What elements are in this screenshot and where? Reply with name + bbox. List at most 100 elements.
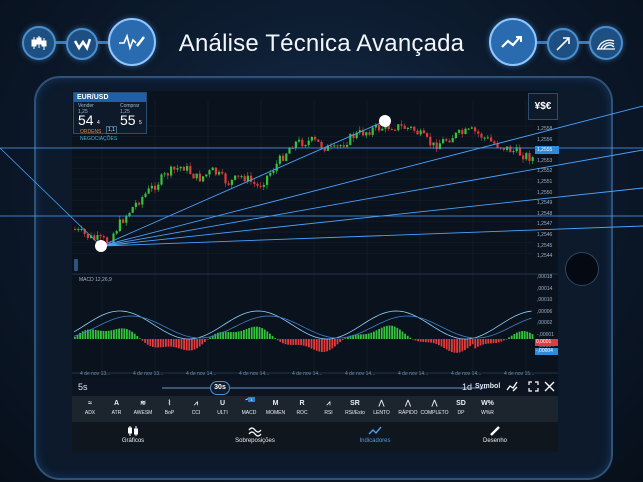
macd-histogram-bar — [100, 330, 102, 339]
candle-body — [211, 167, 214, 171]
candle-body — [474, 127, 477, 132]
macd-histogram-bar — [526, 331, 529, 339]
candle-body — [166, 173, 169, 176]
timeframe-knob[interactable]: 30s — [210, 381, 230, 395]
macd-histogram-bar — [331, 339, 334, 349]
macd-histogram-bar — [432, 339, 435, 344]
indicator-completo[interactable]: ⋀ COMPLETO — [421, 398, 449, 416]
tab-label: Sobreposições — [235, 438, 275, 444]
macd-tick: -,00001 — [537, 331, 554, 338]
macd-histogram-bar — [375, 330, 378, 339]
macd-histogram-bar — [391, 325, 393, 339]
macd-line — [73, 310, 532, 340]
tab-desenho[interactable]: Desenho — [460, 425, 530, 444]
candle-body — [467, 128, 470, 130]
macd-histogram-bar — [438, 339, 440, 346]
macd-histogram-bar — [128, 330, 131, 339]
indicator-adx[interactable]: ≈ ADX — [76, 398, 104, 416]
indicator-label: ADX — [84, 410, 96, 416]
tab-sobreposicoes[interactable]: Sobreposições — [220, 425, 290, 444]
candle-body — [102, 236, 105, 238]
macd-histogram-bar — [341, 339, 344, 341]
macd-histogram-bar — [370, 332, 373, 339]
candle-body — [272, 170, 275, 173]
wrench-icon[interactable] — [506, 381, 518, 394]
indicator-label: RSI — [324, 410, 333, 416]
indicator-atr[interactable]: A ATR — [103, 398, 131, 416]
indicator-r-pido[interactable]: ⋀ RÁPIDO — [394, 398, 422, 416]
fan-tool-button[interactable] — [589, 26, 623, 60]
macd-histogram-bar — [466, 339, 469, 349]
macd-histogram-bar — [269, 333, 271, 339]
indicator-awesm[interactable]: ≋ AWESM — [129, 398, 157, 416]
indicator-bop[interactable]: ⌇ BoP — [156, 398, 184, 416]
indicator-momen[interactable]: M MOMEN — [262, 398, 290, 416]
candle-body — [342, 145, 345, 147]
time-tick: 4 de nov 14... — [186, 371, 217, 377]
macd-histogram-bar — [107, 330, 110, 339]
macd-histogram-bar — [144, 339, 146, 343]
indicator-lento[interactable]: ⋀ LENTO — [368, 398, 396, 416]
indicator-w-r[interactable]: W% W%R — [474, 398, 502, 416]
candle-body — [259, 185, 262, 187]
candle-body — [512, 151, 515, 153]
macd-histogram-bar — [492, 339, 495, 344]
indicator-roc[interactable]: R ROC — [288, 398, 316, 416]
macd-histogram-bar — [193, 339, 196, 350]
tab-label: Indicadores — [359, 438, 391, 444]
indicator-rsi[interactable]: ⩘ RSI — [315, 398, 343, 416]
candles-icon — [98, 425, 168, 438]
tab-graficos[interactable]: Gráficos — [98, 425, 168, 444]
macd-histogram-bar — [235, 331, 237, 339]
line-tool-button[interactable] — [547, 28, 579, 60]
macd-histogram-bar — [422, 339, 425, 343]
candle-body — [506, 146, 509, 150]
price-tick: 1,2556 — [537, 136, 553, 143]
macd-histogram-bar — [474, 339, 477, 349]
currency-button[interactable]: ¥$€ — [528, 93, 558, 120]
candle-body — [365, 132, 368, 136]
price-tick: 1,2548 — [537, 210, 553, 217]
macd-histogram-bar — [196, 339, 198, 349]
macd-tick: ,00002 — [537, 320, 553, 326]
candle-body — [314, 136, 317, 140]
signal-value-badge: -,00004 — [535, 348, 558, 355]
macd-histogram-bar — [81, 331, 84, 339]
macd-histogram-bar — [412, 339, 414, 340]
candle-body — [464, 128, 467, 135]
tab-indicadores[interactable]: Indicadores — [340, 425, 410, 444]
macd-histogram-bar — [256, 326, 258, 339]
macd-histogram-bar — [276, 339, 279, 341]
candle-body — [528, 153, 531, 162]
fullscreen-icon[interactable] — [528, 381, 539, 394]
macd-histogram-bar — [435, 339, 438, 344]
time-tick: 4 de nov 14... — [292, 371, 323, 377]
macd-histogram-bar — [245, 328, 248, 339]
macd-histogram-bar — [497, 339, 500, 343]
quote-panel[interactable]: EUR/USD Vender 1,25 54 4 1,1 Comprar 1,2… — [73, 92, 147, 134]
candle-body — [237, 175, 240, 177]
macd-histogram-bar — [529, 332, 531, 339]
indicator-glyph-icon: ⋀ — [431, 400, 438, 407]
indicator-rsi-esto[interactable]: SR RSI/Esto — [341, 398, 369, 416]
collapse-icon[interactable] — [544, 381, 555, 394]
indicator-cci[interactable]: ⩘ CCI — [182, 398, 210, 416]
candle-body — [93, 235, 96, 240]
indicator-ulti[interactable]: U ULTI — [209, 398, 237, 416]
macd-histogram-bar — [248, 328, 250, 339]
candle-body — [326, 145, 329, 151]
buy-price[interactable]: 55 — [120, 112, 136, 128]
sell-price[interactable]: 54 — [78, 112, 94, 128]
macd-histogram-bar — [206, 339, 209, 340]
orders-link[interactable]: ORDENS — [80, 129, 101, 135]
macd-histogram-bar — [448, 339, 451, 351]
trades-link[interactable]: NEGOCIAÇÕES — [80, 136, 117, 142]
macd-histogram-bar — [274, 338, 276, 339]
candle-body — [426, 133, 429, 137]
indicator-dp[interactable]: SD DP — [447, 398, 475, 416]
candle-body — [195, 173, 198, 179]
candle-body — [205, 174, 208, 177]
trend-line-button[interactable] — [489, 18, 537, 66]
indicator-glyph-icon: ⋀ — [378, 400, 385, 407]
symbol-button[interactable]: Symbol — [475, 383, 500, 390]
